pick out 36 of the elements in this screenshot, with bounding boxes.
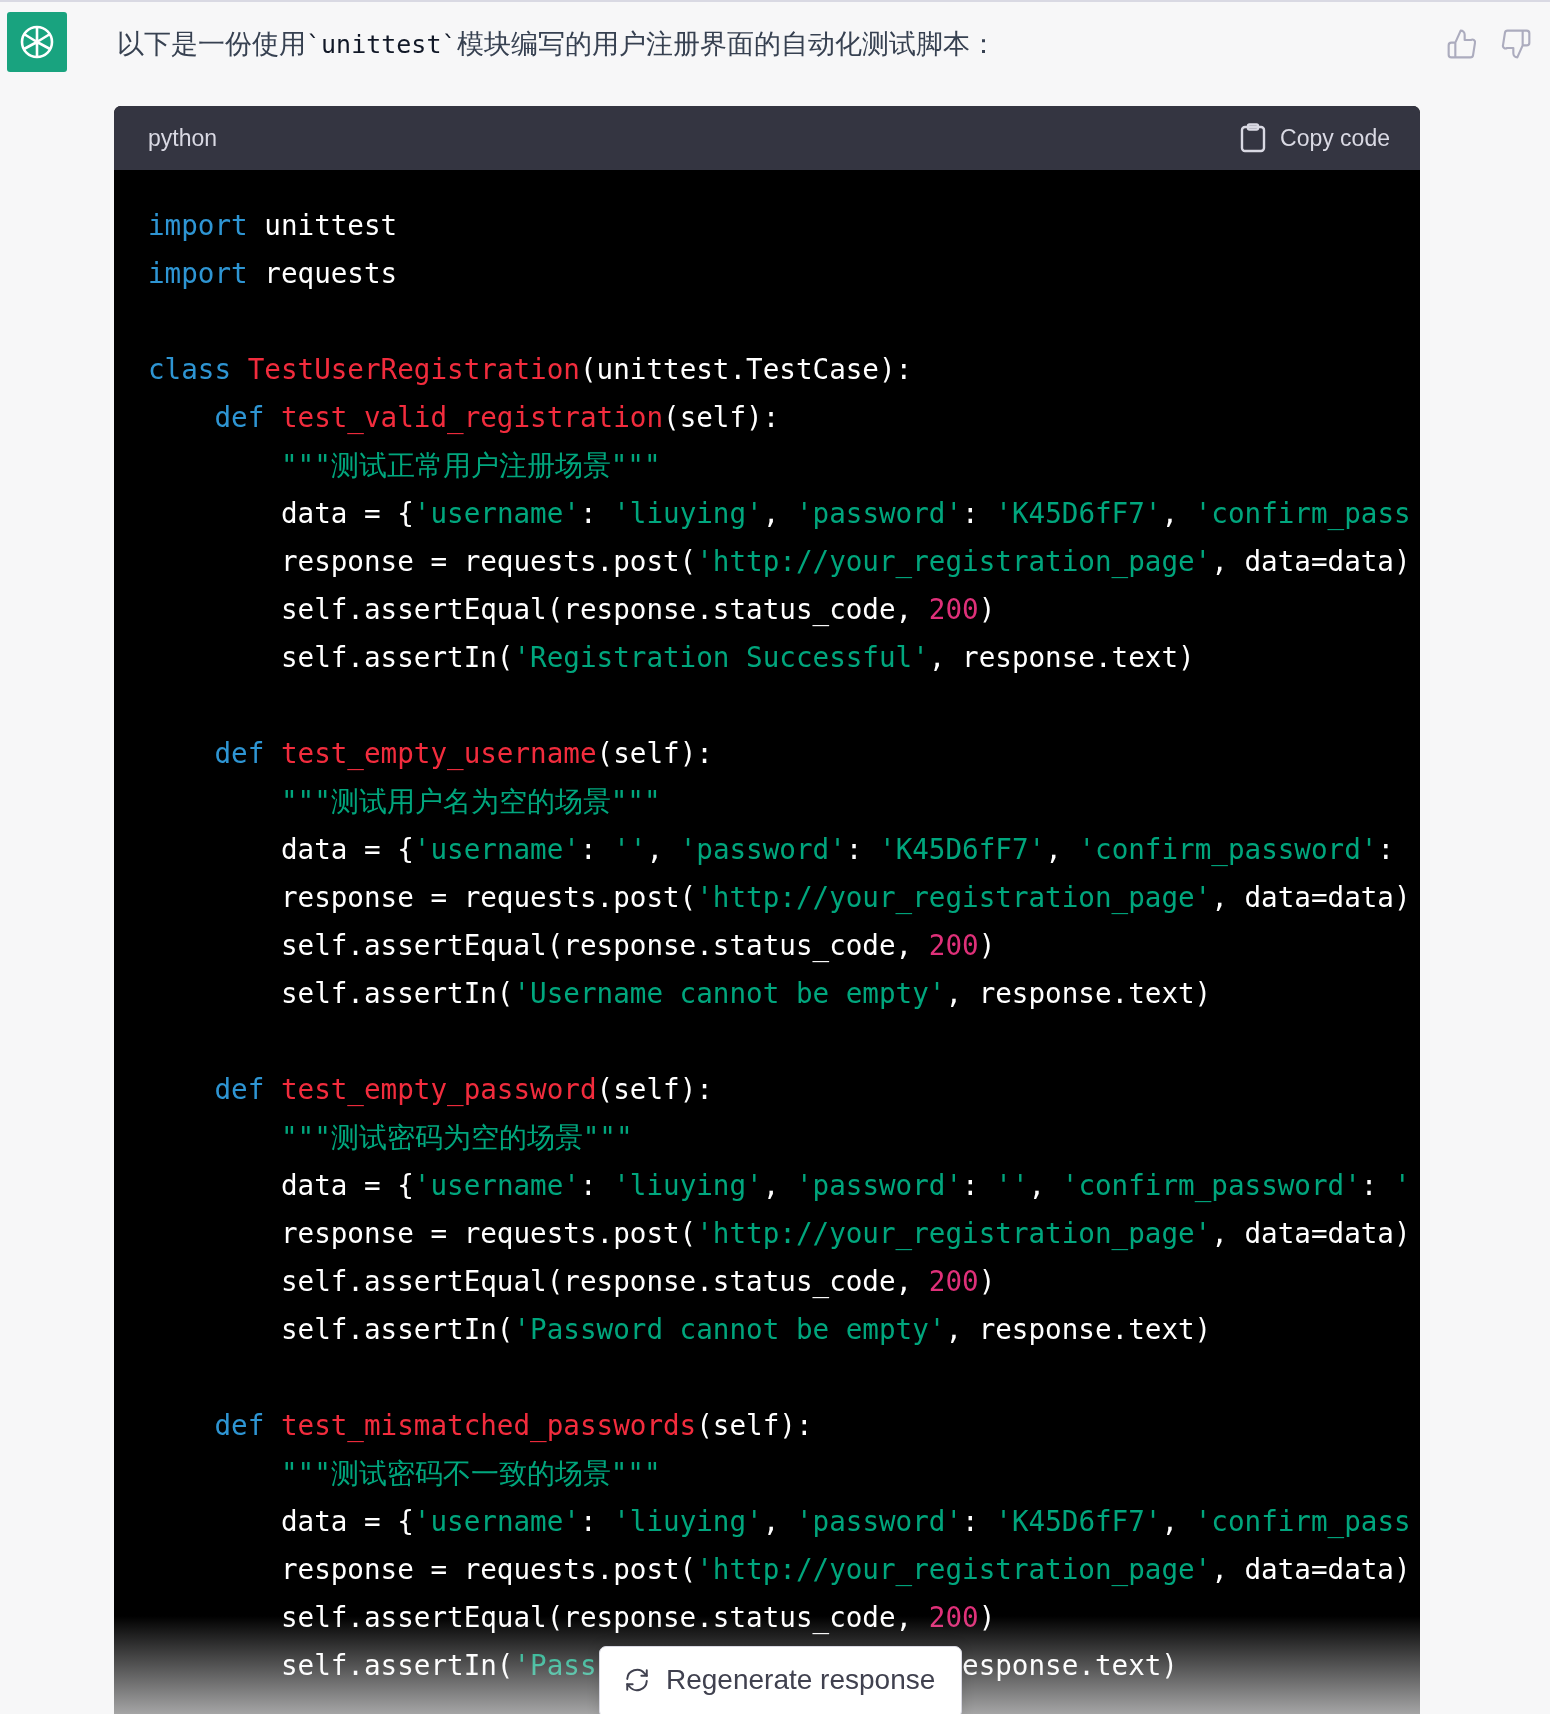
code-line: class TestUserRegistration(unittest.TestCase): (148, 352, 913, 388)
code-line: self.assertEqual(response.status_code, 200) (279, 1600, 996, 1636)
code-line: esponse.text) (962, 1648, 1178, 1684)
code-line: def test_valid_registration(self): (213, 400, 780, 436)
code-line: data = {'username': '', 'password': 'K45D6fF7', 'confirm_password': (279, 832, 1395, 868)
code-line: def test_mismatched_passwords(self): (213, 1408, 813, 1444)
code-line: def test_empty_password(self): (213, 1072, 713, 1108)
clipboard-icon (1240, 123, 1267, 153)
code-line: response = requests.post('http://your_registration_page', data=data) (279, 1552, 1411, 1588)
message-text: 以下是一份使用`unittest`模块编写的用户注册界面的自动化测试脚本： (117, 27, 998, 61)
refresh-icon (624, 1667, 650, 1693)
code-line: import requests (148, 256, 398, 292)
code-line: import unittest (148, 208, 398, 244)
regenerate-button[interactable]: Regenerate response (599, 1646, 963, 1714)
code-line: self.assertIn('Registration Successful', response.text) (279, 640, 1195, 676)
code-line: self.assertIn('Pass (279, 1648, 597, 1684)
code-line: def test_empty_username(self): (213, 736, 713, 772)
code-line: data = {'username': 'liuying', 'password': 'K45D6fF7', 'confirm_pass (279, 496, 1411, 532)
thumbs-down-icon[interactable] (1500, 28, 1532, 60)
code-line: self.assertEqual(response.status_code, 200) (279, 592, 996, 628)
code-line: """测试正常用户注册场景""" (279, 448, 661, 484)
language-label: python (148, 124, 218, 152)
code-line: self.assertIn('Username cannot be empty', response.text) (279, 976, 1212, 1012)
code-line: self.assertIn('Password cannot be empty', response.text) (279, 1312, 1212, 1348)
code-line: """测试密码不一致的场景""" (279, 1456, 661, 1492)
code-line: """测试用户名为空的场景""" (279, 784, 661, 820)
code-line: response = requests.post('http://your_registration_page', data=data) (279, 544, 1411, 580)
code-line: response = requests.post('http://your_registration_page', data=data) (279, 880, 1411, 916)
code-line: """测试密码为空的场景""" (279, 1120, 633, 1156)
copy-code-button[interactable]: Copy code (1240, 123, 1390, 153)
code-line: data = {'username': 'liuying', 'password': '', 'confirm_password': ' (279, 1168, 1411, 1204)
thumbs-up-icon[interactable] (1446, 28, 1478, 60)
code-line: response = requests.post('http://your_registration_page', data=data) (279, 1216, 1411, 1252)
code-line: self.assertEqual(response.status_code, 200) (279, 928, 996, 964)
code-line: data = {'username': 'liuying', 'password': 'K45D6fF7', 'confirm_pass (279, 1504, 1411, 1540)
code-line: self.assertEqual(response.status_code, 200) (279, 1264, 996, 1300)
